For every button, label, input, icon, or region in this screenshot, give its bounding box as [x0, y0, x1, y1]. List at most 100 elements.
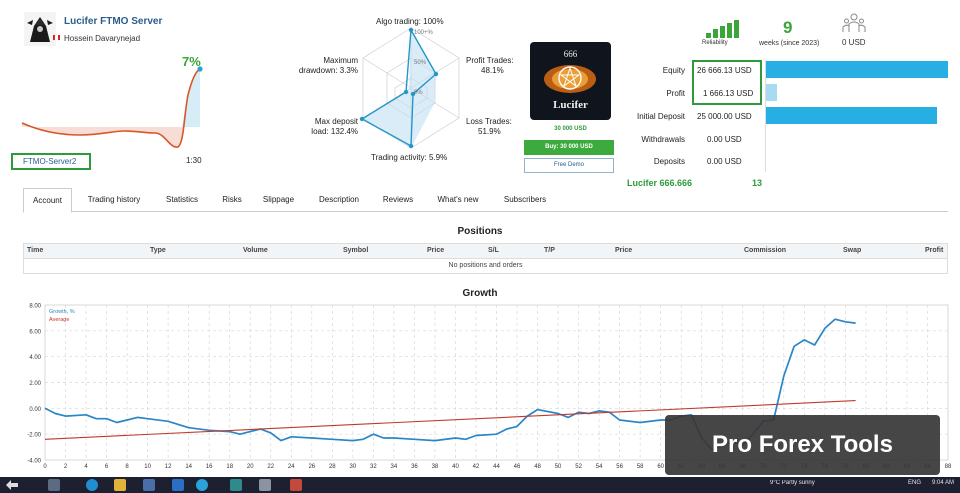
- canada-flag-icon: [53, 35, 60, 40]
- radar-max-deposit-label: Max deposit load: 132.4%: [311, 117, 358, 136]
- x-tick-label: 42: [473, 464, 480, 470]
- metatrader-icon[interactable]: [290, 479, 302, 491]
- tab-trading-history[interactable]: Trading history: [79, 188, 149, 212]
- tab-reviews[interactable]: Reviews: [376, 188, 420, 212]
- col-volume[interactable]: Volume: [243, 247, 268, 254]
- x-tick-label: 32: [370, 464, 377, 470]
- x-tick-label: 88: [945, 464, 952, 470]
- positions-title: Positions: [457, 226, 503, 237]
- col-sl[interactable]: S/L: [488, 247, 499, 254]
- edge-icon[interactable]: [86, 479, 98, 491]
- x-tick-label: 38: [432, 464, 439, 470]
- radar-tick-0: 0%: [414, 90, 423, 96]
- equity-profit-highlight: [692, 60, 762, 105]
- initial-deposit-label: Initial Deposit: [636, 112, 685, 121]
- deposits-value: 0.00 USD: [707, 157, 742, 166]
- positions-empty-message: No positions and orders: [448, 262, 523, 269]
- y-tick-label: -4.00: [27, 459, 41, 465]
- start-icon[interactable]: [5, 479, 19, 491]
- col-time[interactable]: Time: [27, 247, 43, 254]
- initial-deposit-value: 25 000.00 USD: [697, 112, 752, 121]
- x-tick-label: 14: [185, 464, 192, 470]
- product-footer-count: 13: [752, 178, 763, 188]
- col-profit[interactable]: Profit: [925, 247, 943, 254]
- document-icon[interactable]: [259, 479, 271, 491]
- y-tick-label: 0.00: [29, 407, 41, 413]
- x-tick-label: 16: [206, 464, 213, 470]
- y-tick-label: 2.00: [29, 381, 41, 387]
- subscribers-value: 0 USD: [842, 38, 866, 47]
- equity-label: Equity: [662, 66, 685, 75]
- buy-button[interactable]: Buy: 30 000 USD: [524, 140, 614, 155]
- product-footer-name[interactable]: Lucifer 666.666: [627, 178, 692, 188]
- x-tick-label: 44: [493, 464, 500, 470]
- x-tick-label: 30: [349, 464, 356, 470]
- weeks-label: weeks (since 2023): [759, 40, 820, 47]
- x-tick-label: 52: [575, 464, 582, 470]
- owner-name-link[interactable]: Hossein Davarynejad: [64, 34, 140, 43]
- weather-widget[interactable]: 9°C Partly sunny: [770, 480, 836, 486]
- telegram-icon[interactable]: [196, 479, 208, 491]
- col-symbol[interactable]: Symbol: [343, 247, 368, 254]
- taskbar: 9°C Partly sunny ENG 9:04 AM: [0, 477, 960, 493]
- col-tp[interactable]: T/P: [544, 247, 555, 254]
- legend-entry: Growth, %: [49, 309, 75, 315]
- x-tick-label: 10: [144, 464, 151, 470]
- col-swap[interactable]: Swap: [843, 247, 861, 254]
- initial-deposit-bar: [766, 107, 937, 124]
- store-icon[interactable]: [143, 479, 155, 491]
- x-tick-label: 6: [105, 464, 109, 470]
- clock[interactable]: 9:04 AM: [932, 480, 954, 486]
- deposits-label: Deposits: [653, 157, 685, 166]
- tab-slippage[interactable]: Slippage: [256, 188, 301, 212]
- x-tick-label: 54: [596, 464, 603, 470]
- radar-highlight-area: [362, 30, 436, 148]
- y-tick-label: 4.00: [29, 355, 41, 361]
- sparkline-negative-area: [22, 69, 200, 148]
- tab-description[interactable]: Description: [309, 188, 369, 212]
- product-price: 30 000 USD: [554, 126, 587, 132]
- equity-bar: [766, 61, 948, 78]
- reliability-bars-icon: [706, 20, 739, 38]
- file-explorer-icon[interactable]: [114, 479, 126, 491]
- tab-account[interactable]: Account: [23, 188, 72, 213]
- chart-app-icon[interactable]: [230, 479, 242, 491]
- col-price[interactable]: Price: [427, 247, 444, 254]
- withdrawals-value: 0.00 USD: [707, 135, 742, 144]
- mail-icon[interactable]: [172, 479, 184, 491]
- profit-label: Profit: [666, 89, 685, 98]
- reliability-label: Reliability: [702, 40, 728, 46]
- server-tag-link[interactable]: FTMO-Server2: [11, 153, 91, 170]
- col-commission[interactable]: Commission: [744, 247, 786, 254]
- x-tick-label: 4: [84, 464, 88, 470]
- radar-activity-label: Trading activity: 5.9%: [371, 153, 448, 162]
- radar-max-drawdown-label: Maximum drawdown: 3.3%: [298, 56, 358, 75]
- x-tick-label: 36: [411, 464, 418, 470]
- tab-risks[interactable]: Risks: [213, 188, 251, 212]
- avatar[interactable]: [24, 12, 56, 46]
- col-price-current[interactable]: Price: [615, 247, 632, 254]
- search-icon[interactable]: [48, 479, 60, 491]
- stats-divider: [765, 60, 766, 172]
- server-name-link[interactable]: Lucifer FTMO Server: [64, 16, 162, 27]
- product-image[interactable]: 666 Lucifer: [530, 42, 611, 120]
- growth-sparkline: [21, 66, 203, 148]
- tab-whats-new[interactable]: What's new: [429, 188, 487, 212]
- tab-bar: Account Trading history Statistics Risks…: [23, 188, 948, 213]
- profit-bar: [766, 84, 777, 101]
- x-tick-label: 48: [534, 464, 541, 470]
- col-type[interactable]: Type: [150, 247, 166, 254]
- x-tick-label: 0: [43, 464, 47, 470]
- free-demo-button[interactable]: Free Demo: [524, 158, 614, 173]
- tab-statistics[interactable]: Statistics: [156, 188, 208, 212]
- x-tick-label: 40: [452, 464, 459, 470]
- watermark: Pro Forex Tools: [665, 415, 940, 475]
- x-tick-label: 24: [288, 464, 295, 470]
- y-tick-label: 6.00: [29, 329, 41, 335]
- x-tick-label: 60: [657, 464, 664, 470]
- tab-subscribers[interactable]: Subscribers: [495, 188, 555, 212]
- language-indicator[interactable]: ENG: [908, 480, 921, 486]
- radar-chart: [359, 27, 460, 149]
- x-tick-label: 26: [308, 464, 315, 470]
- leverage-value: 1:30: [186, 156, 202, 165]
